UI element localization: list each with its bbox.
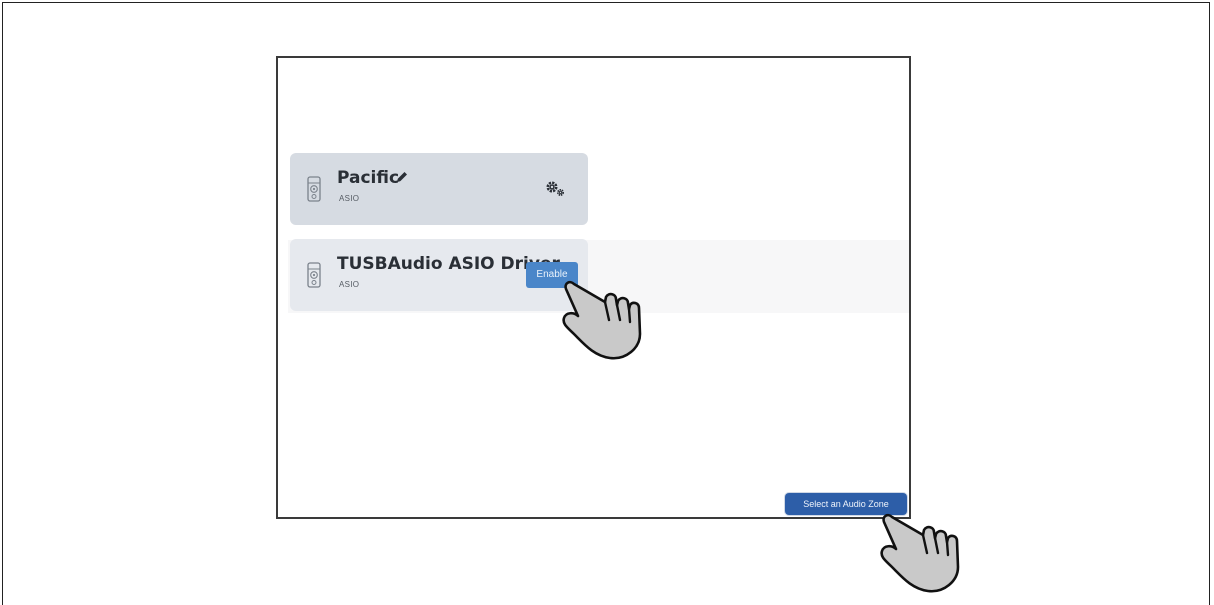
zone-card-tusbaudio[interactable]: TUSBAudio ASIO Driver ASIO Enable <box>290 239 588 311</box>
pointer-hand-icon <box>880 513 960 593</box>
zone-type: ASIO <box>339 194 360 203</box>
speaker-icon <box>307 262 321 288</box>
gear-icon[interactable] <box>545 180 567 198</box>
zone-card-pacific[interactable]: Pacific ASIO <box>290 153 588 225</box>
zone-type: ASIO <box>339 280 360 289</box>
pencil-icon[interactable] <box>395 170 409 184</box>
pointer-hand-icon <box>562 280 642 360</box>
speaker-icon <box>307 176 321 202</box>
zone-name: Pacific <box>337 168 400 188</box>
